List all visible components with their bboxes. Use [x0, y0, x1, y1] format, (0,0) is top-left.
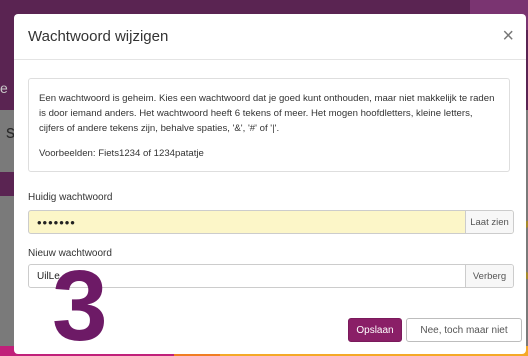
current-password-group: Laat zien	[28, 210, 514, 234]
current-password-input[interactable]	[29, 211, 465, 233]
dialog-title: Wachtwoord wijzigen	[28, 28, 169, 45]
password-info-box: Een wachtwoord is geheim. Kies een wacht…	[28, 78, 510, 172]
show-password-button[interactable]: Laat zien	[465, 211, 513, 233]
save-button[interactable]: Opslaan	[348, 318, 402, 342]
close-icon[interactable]: ×	[502, 26, 514, 46]
current-password-label: Huidig wachtwoord	[28, 192, 113, 203]
background-left-letter: e	[0, 80, 8, 96]
dialog-header: Wachtwoord wijzigen ×	[14, 14, 526, 60]
password-examples-text: Voorbeelden: Fiets1234 of 1234patatje	[39, 148, 204, 159]
cancel-button[interactable]: Nee, toch maar niet	[406, 318, 522, 342]
big-number-overlay: 3	[52, 250, 108, 356]
hide-password-button[interactable]: Verberg	[465, 265, 513, 287]
password-rules-text: Een wachtwoord is geheim. Kies een wacht…	[39, 93, 495, 134]
